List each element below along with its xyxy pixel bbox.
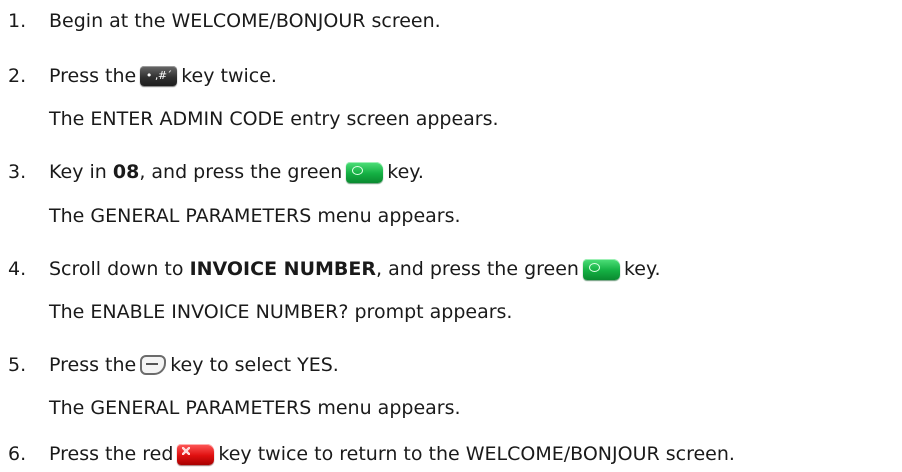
admin-code: 08 [112,161,140,183]
step-text: Press the red key twice to return to the… [49,443,735,465]
step-number: 6. [8,443,27,465]
step-result: The ENTER ADMIN CODE entry screen appear… [49,108,499,130]
step-number: 2. [8,65,27,87]
green-key-icon [346,161,384,183]
green-key-icon [582,258,620,280]
step-text: Scroll down to INVOICE NUMBER, and press… [49,258,661,280]
step-number: 1. [8,10,27,32]
step-result: The GENERAL PARAMETERS menu appears. [49,205,461,227]
menu-option: INVOICE NUMBER [189,258,376,280]
step-text: Press the • ,#´ key twice. [49,65,277,87]
step-text: Begin at the WELCOME/BONJOUR screen. [49,10,441,32]
step-number: 5. [8,354,27,376]
step-result: The ENABLE INVOICE NUMBER? prompt appear… [49,301,513,323]
step-result: The GENERAL PARAMETERS menu appears. [49,397,461,419]
instruction-list: 1. Begin at the WELCOME/BONJOUR screen. … [0,0,902,472]
step-text: Press the key to select YES. [49,354,339,376]
step-text: Key in 08, and press the green key. [49,161,424,183]
soft-key-icon [140,355,167,375]
red-key-icon [177,443,215,465]
hash-key-icon: • ,#´ [140,66,178,86]
step-number: 3. [8,161,27,183]
step-number: 4. [8,258,27,280]
